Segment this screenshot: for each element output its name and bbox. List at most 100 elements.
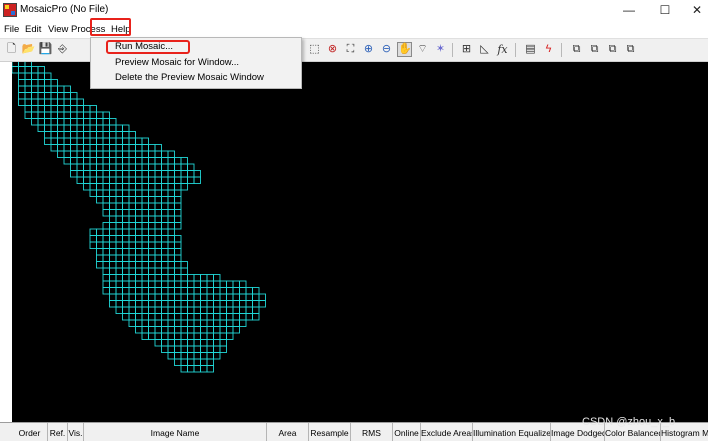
image-footprint-cell [83,118,91,126]
image-footprint-cell [135,222,143,230]
close-button[interactable]: ✕ [680,0,708,21]
image-footprint-cell [167,274,175,282]
image-footprint-cell [167,222,175,230]
column-resample[interactable]: Resample [309,423,351,441]
import-icon[interactable]: ⎆ [55,42,70,57]
image-footprint-cell [213,339,221,347]
zoom-in-icon[interactable]: ⊕ [361,42,376,57]
toolbar-separator [515,43,516,57]
menu-item-run-mosaic[interactable]: Run Mosaic... [115,41,173,52]
layer-send-back-icon[interactable]: ⧉ [587,42,602,57]
image-footprint-cell [63,85,71,93]
image-footprint-cell [167,248,175,256]
image-footprint-cell [122,189,130,197]
image-footprint-cell [102,287,110,295]
image-footprint-cell [161,274,169,282]
image-footprint-cell [141,157,149,165]
layer-bring-front-icon[interactable]: ⧉ [569,42,584,57]
column-illumination-equalized[interactable]: Illumination Equalized [473,423,551,441]
function-icon[interactable]: fx [495,42,510,57]
polygon-icon[interactable]: ⌔ [415,42,430,57]
image-footprint-cell [135,261,143,269]
histogram-icon[interactable]: ◺ [477,42,492,57]
image-footprint-cell [141,280,149,288]
zoom-out-icon[interactable]: ⊖ [379,42,394,57]
menu-file[interactable]: File [4,24,19,35]
menu-item-delete-preview[interactable]: Delete the Preview Mosaic Window [115,72,264,83]
layer-down-icon[interactable]: ⧉ [623,42,638,57]
image-footprint-cell [96,228,104,236]
image-footprint-cell [115,157,123,165]
image-footprint-cell [187,313,195,321]
image-footprint-cell [154,189,162,197]
column-vis[interactable]: Vis. [68,423,84,441]
image-footprint-cell [135,274,143,282]
image-footprint-cell [135,196,143,204]
image-footprint-cell [109,144,117,152]
image-properties-icon[interactable]: ⊞ [459,42,474,57]
open-icon[interactable]: 📂 [21,42,36,57]
menu-edit[interactable]: Edit [25,24,41,35]
image-footprint-cell [154,170,162,178]
image-footprint-cell [141,228,149,236]
image-footprint-cell [141,176,149,184]
column-ref[interactable]: Ref. [48,423,68,441]
image-footprint-cell [96,118,104,126]
image-footprint-cell [96,170,104,178]
run-icon[interactable]: ϟ [541,42,556,57]
menu-item-preview-mosaic[interactable]: Preview Mosaic for Window... [115,57,239,68]
image-footprint-cell [128,313,136,321]
image-footprint-cell [141,170,149,178]
image-footprint-cell [122,137,130,145]
image-footprint-cell [219,319,227,327]
image-footprint-cell [102,111,110,119]
image-footprint-cell [109,235,117,243]
image-footprint-cell [50,79,58,87]
image-footprint-cell [89,163,97,171]
image-footprint-cell [200,332,208,340]
image-footprint-cell [232,300,240,308]
image-footprint-cell [154,287,162,295]
image-footprint-cell [50,137,58,145]
image-footprint-cell [180,163,188,171]
clear-icon[interactable]: ✶ [433,42,448,57]
image-footprint-cell [135,137,143,145]
image-footprint-cell [258,293,266,301]
delete-icon[interactable]: ⊗ [325,42,340,57]
column-image-name[interactable]: Image Name [84,423,267,441]
image-footprint-cell [57,98,65,106]
save-icon[interactable]: 💾 [38,42,53,57]
image-footprint-cell [141,137,149,145]
image-footprint-cell [148,306,156,314]
minimize-button[interactable]: — [612,0,646,21]
image-footprint-cell [109,163,117,171]
menu-view[interactable]: View [48,24,68,35]
column-exclude-areas[interactable]: Exclude Areas [421,423,473,441]
column-order[interactable]: Order [12,423,48,441]
layer-up-icon[interactable]: ⧉ [605,42,620,57]
image-footprint-cell [161,163,169,171]
column-rms[interactable]: RMS [351,423,393,441]
column-online[interactable]: Online [393,423,421,441]
image-footprint-cell [135,189,143,197]
image-footprint-cell [63,144,71,152]
mosaic-canvas[interactable] [12,62,708,422]
image-footprint-cell [206,287,214,295]
image-footprint-cell [154,274,162,282]
zoom-fit-icon[interactable]: ⛶ [343,42,358,57]
output-options-icon[interactable]: ▤ [523,42,538,57]
new-icon[interactable]: 🗋 [4,42,19,57]
image-footprint-cell [135,248,143,256]
image-footprint-cell [50,111,58,119]
select-box-icon[interactable]: ⬚ [307,42,322,57]
image-footprint-cell [141,326,149,334]
column-area[interactable]: Area [267,423,309,441]
image-footprint-cell [63,137,71,145]
image-footprint-cell [258,300,266,308]
maximize-button[interactable]: ☐ [648,0,682,21]
pan-icon[interactable]: ✋ [397,42,412,57]
image-footprint-cell [187,170,195,178]
image-footprint-cell [193,287,201,295]
image-footprint-cell [44,105,52,113]
image-footprint-cell [37,92,45,100]
